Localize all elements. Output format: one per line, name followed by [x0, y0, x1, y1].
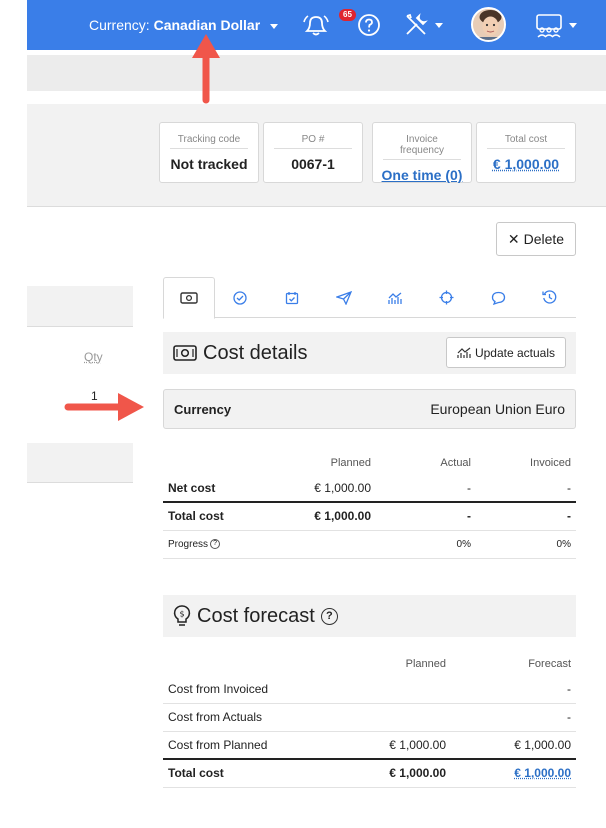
arrow-up-annotation: [192, 34, 220, 104]
arrow-right-annotation: [64, 393, 144, 421]
annotation-arrows: [64, 34, 220, 421]
